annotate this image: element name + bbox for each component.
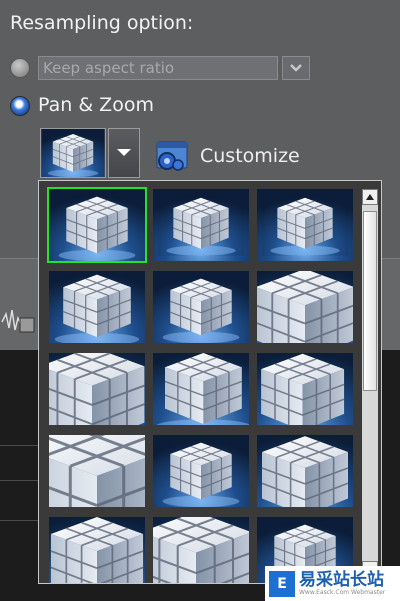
gallery-item-cube-preset-3[interactable] (255, 187, 355, 263)
track-divider (0, 520, 40, 521)
cube-thumbnail (49, 271, 145, 343)
preset-gallery-popup (38, 180, 382, 584)
customize-label: Customize (200, 145, 300, 167)
site-logo-icon: E (269, 570, 295, 597)
gallery-scrollbar[interactable] (362, 189, 378, 577)
cube-thumbnail (49, 435, 145, 507)
gear-window-icon (156, 141, 188, 171)
cube-thumbnail (49, 353, 145, 425)
watermark-subtext: Www.Easck.Com Webmaster (299, 588, 386, 596)
track-divider (0, 480, 40, 481)
gallery-item-cube-preset-2[interactable] (151, 187, 251, 263)
cube-thumbnail (41, 129, 105, 177)
preset-dropdown-button[interactable] (108, 128, 140, 178)
gallery-item-cube-preset-7[interactable] (47, 351, 147, 427)
gallery-item-cube-preset-14[interactable] (151, 515, 251, 583)
cube-thumbnail (153, 271, 249, 343)
chevron-down-icon (117, 149, 131, 156)
keep-aspect-radio[interactable] (10, 58, 30, 78)
pan-zoom-label[interactable]: Pan & Zoom (38, 94, 154, 116)
cube-thumbnail (257, 435, 353, 507)
gallery-item-cube-preset-5[interactable] (151, 269, 251, 345)
gallery-item-cube-preset-8[interactable] (151, 351, 251, 427)
customize-button[interactable]: Customize (152, 138, 300, 174)
cube-thumbnail (49, 189, 145, 261)
cube-thumbnail (153, 435, 249, 507)
preset-thumbnail-button[interactable] (40, 128, 106, 178)
gallery-item-cube-preset-11[interactable] (151, 433, 251, 509)
cube-thumbnail (257, 353, 353, 425)
cube-thumbnail (153, 353, 249, 425)
chevron-down-icon (290, 64, 302, 72)
cube-thumbnail (153, 189, 249, 261)
scroll-thumb[interactable] (363, 211, 377, 391)
cube-thumbnail (257, 271, 353, 343)
gallery-item-cube-preset-6[interactable] (255, 269, 355, 345)
pan-zoom-radio[interactable] (10, 96, 30, 116)
gallery-item-cube-preset-1[interactable] (47, 187, 147, 263)
scroll-up-button[interactable] (362, 189, 378, 205)
gallery-item-cube-preset-13[interactable] (47, 515, 147, 583)
arrow-up-icon (366, 194, 374, 200)
cube-thumbnail (153, 517, 249, 583)
preset-grid (47, 187, 355, 583)
gallery-item-cube-preset-4[interactable] (47, 269, 147, 345)
watermark-text: 易采站长站 (299, 569, 384, 590)
gallery-item-cube-preset-9[interactable] (255, 351, 355, 427)
gallery-item-cube-preset-12[interactable] (255, 433, 355, 509)
keep-aspect-select-button[interactable] (282, 56, 310, 80)
resampling-heading: Resampling option: (10, 12, 194, 34)
cube-thumbnail (49, 517, 145, 583)
site-watermark: E 易采站长站 Www.Easck.Com Webmaster (265, 566, 400, 601)
gallery-item-cube-preset-10[interactable] (47, 433, 147, 509)
keep-aspect-select[interactable]: Keep aspect ratio (38, 56, 278, 80)
cube-thumbnail (257, 189, 353, 261)
track-divider (0, 445, 40, 446)
